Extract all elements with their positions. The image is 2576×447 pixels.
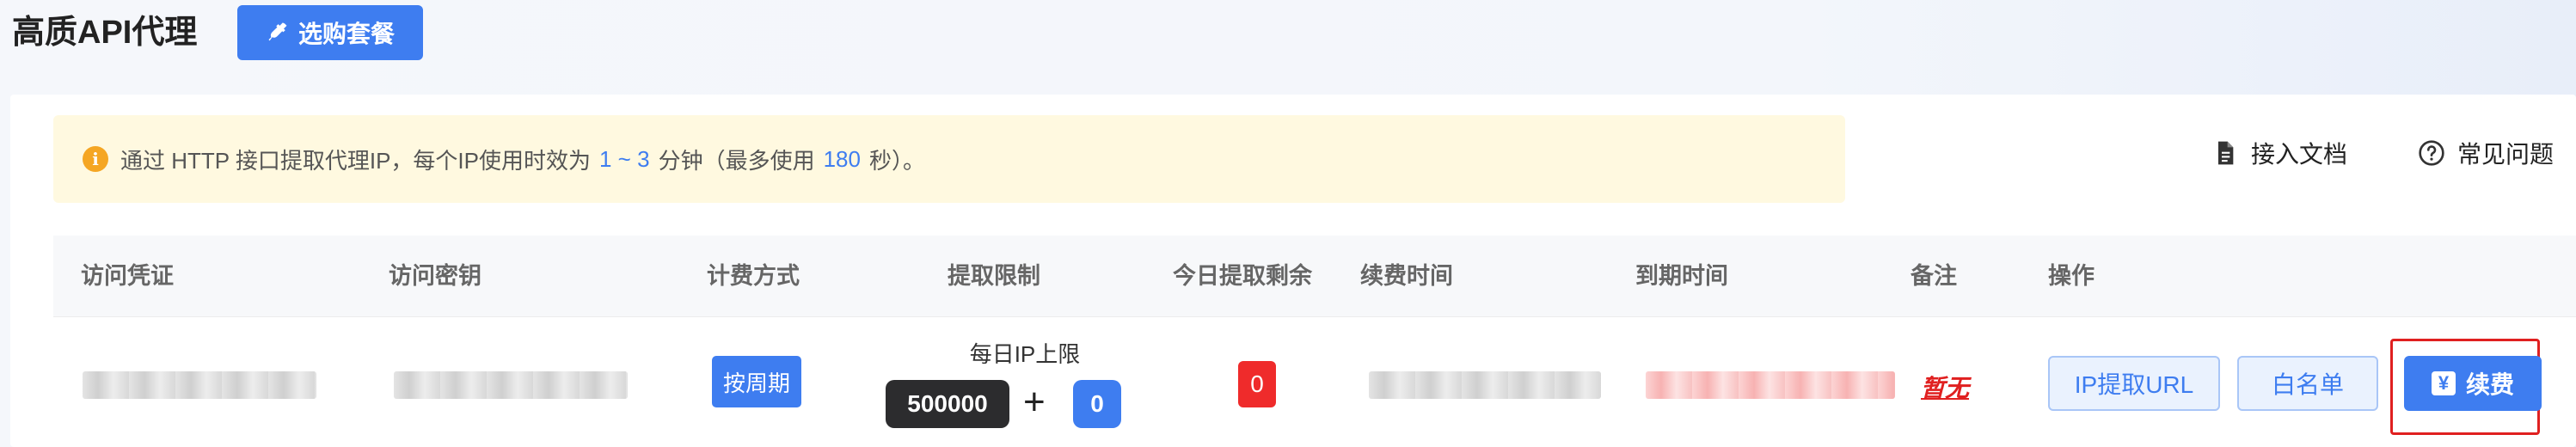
whitelist-button[interactable]: 白名单 [2237,356,2378,411]
header-billing: 计费方式 [707,263,800,289]
document-icon [2218,141,2234,165]
faq-link[interactable]: 常见问题 [2418,136,2554,170]
renew-button[interactable]: ¥ 续费 [2404,356,2542,411]
header-note: 备注 [1911,263,1957,289]
note-text: 暂无 [1921,375,1970,401]
notice-max-seconds: 180 [823,145,861,172]
docs-link[interactable]: 接入文档 [2211,136,2347,170]
billing-badge: 按周期 [712,356,801,407]
info-icon: i [83,146,108,172]
notice-duration: 1 ~ 3 [599,145,650,172]
notice-banner: i 通过 HTTP 接口提取代理IP，每个IP使用时效为 1 ~ 3 分钟（最多… [53,115,1845,203]
renew-time-redacted [1369,371,1601,399]
notice-text-after: 秒）。 [868,147,925,174]
header-secret: 访问密钥 [389,263,481,289]
ip-extract-url-button[interactable]: IP提取URL [2048,356,2220,411]
plus-sign: + [1023,381,1046,423]
docs-link-label: 接入文档 [2251,141,2348,168]
credential-redacted [83,371,316,399]
secret-redacted [394,371,628,399]
plug-icon [268,22,287,41]
header-actions: 操作 [2048,263,2095,289]
table-header: 访问凭证 访问密钥 计费方式 提取限制 今日提取剩余 续费时间 到期时间 备注 … [53,236,2576,317]
limit-extra-badge: 0 [1073,380,1121,428]
table-row: 按周期 每日IP上限 500000 + 0 0 暂无 IP提取URL 白名单 ¥… [53,316,2576,447]
main-card: i 通过 HTTP 接口提取代理IP，每个IP使用时效为 1 ~ 3 分钟（最多… [10,95,2576,447]
header-expire-time: 到期时间 [1635,263,1728,289]
header-remaining: 今日提取剩余 [1173,263,1312,289]
notice-text-before: 通过 HTTP 接口提取代理IP，每个IP使用时效为 [120,147,591,174]
renew-label: 续费 [2465,371,2514,398]
buy-package-button[interactable]: 选购套餐 [237,5,423,60]
question-icon [2419,140,2444,166]
limit-title: 每日IP上限 [969,341,1081,367]
remaining-badge: 0 [1238,361,1276,407]
yen-icon: ¥ [2431,371,2456,395]
header-limit: 提取限制 [948,263,1040,289]
expire-time-redacted [1646,371,1895,399]
limit-max-badge: 500000 [886,380,1009,428]
header-credential: 访问凭证 [81,263,174,289]
faq-link-label: 常见问题 [2457,141,2555,168]
notice-text-middle: 分钟（最多使用 [658,147,815,174]
header-renew-time: 续费时间 [1360,263,1453,289]
page-title: 高质API代理 [12,15,198,51]
buy-package-label: 选购套餐 [297,21,395,47]
